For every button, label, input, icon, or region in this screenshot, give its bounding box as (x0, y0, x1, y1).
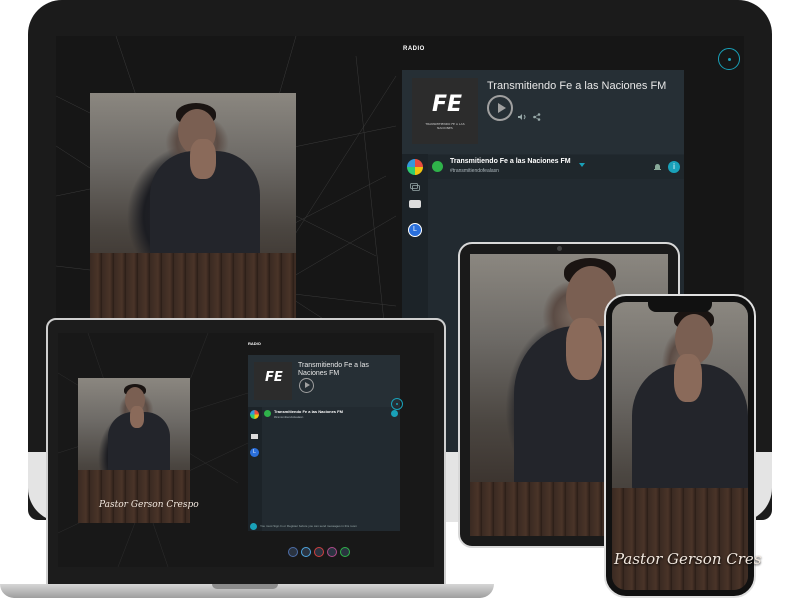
logo-caption: TRANSMITIENDO FE A LAS NACIONES (425, 122, 465, 130)
share-icon[interactable] (533, 113, 541, 121)
laptop-chat-sidebar (248, 407, 262, 531)
laptop-chat-room-title: Transmitiendo Fe a las Naciones FM (274, 409, 343, 414)
phone-signature: Pastor Gerson Cres (614, 550, 762, 568)
laptop-user-avatar[interactable]: L (250, 448, 259, 457)
radio-app-icon[interactable] (407, 159, 423, 175)
laptop-chat-room-hashtag: #transmitiendofealasn (274, 415, 304, 419)
info-icon[interactable]: i (668, 161, 680, 173)
chat-room-hashtag: #transmitiendofealasn (450, 168, 499, 174)
station-name: Transmitiendo Fe a las Naciones FM (487, 80, 667, 92)
chat-icon[interactable] (410, 183, 420, 191)
chat-room-icon[interactable] (432, 161, 443, 172)
bell-icon[interactable] (654, 163, 661, 171)
guest-avatar (250, 522, 257, 530)
play-button[interactable] (487, 95, 513, 121)
phone-notch (648, 300, 712, 312)
chevron-down-icon[interactable] (579, 163, 585, 167)
laptop-station-logo: FE (254, 362, 292, 400)
laptop-opening-notch (212, 584, 278, 589)
laptop-chat-room-icon[interactable] (264, 410, 271, 417)
chat-room-title: Transmitiendo Fe a las Naciones FM (450, 158, 571, 165)
tablet-camera (557, 246, 562, 251)
laptop-station-name: Transmitiendo Fe a las Naciones FM (298, 362, 369, 377)
laptop-info-icon[interactable] (391, 410, 398, 417)
twitter-icon[interactable] (301, 547, 311, 557)
whatsapp-icon[interactable] (340, 547, 350, 557)
laptop-page-title: RADIO (248, 341, 261, 346)
social-links (288, 547, 350, 557)
page-title: RADIO (403, 46, 425, 52)
laptop-radio-app-icon[interactable] (250, 410, 259, 419)
pastor-photo (90, 93, 296, 318)
laptop-chat-panel (248, 407, 400, 531)
station-logo: FE TRANSMITIENDO FE A LAS NACIONES (412, 78, 478, 144)
laptop-chat-footer: You must Sign In or Register before you … (250, 521, 400, 531)
volume-icon[interactable] (518, 113, 527, 121)
logo-mark: FE (432, 92, 463, 117)
facebook-icon[interactable] (288, 547, 298, 557)
phone-pastor-photo (612, 302, 748, 590)
youtube-icon[interactable] (314, 547, 324, 557)
responsive-device-mockup: RADIO FE TRANSMITIENDO FE A LAS NACIONES… (0, 0, 800, 600)
station-mini-logo[interactable] (409, 200, 421, 208)
laptop-logo-mark: FE (265, 370, 283, 385)
laptop-play-button[interactable] (299, 378, 314, 393)
user-avatar[interactable]: L (408, 223, 422, 237)
instagram-icon[interactable] (327, 547, 337, 557)
laptop-signature: Pastor Gerson Crespo (99, 500, 199, 510)
laptop-menu-dot-button[interactable] (391, 398, 403, 410)
menu-dot-button[interactable] (718, 48, 740, 70)
laptop-station-mini-logo[interactable] (251, 434, 258, 439)
sign-in-notice: You must Sign In or Register before you … (260, 524, 357, 528)
